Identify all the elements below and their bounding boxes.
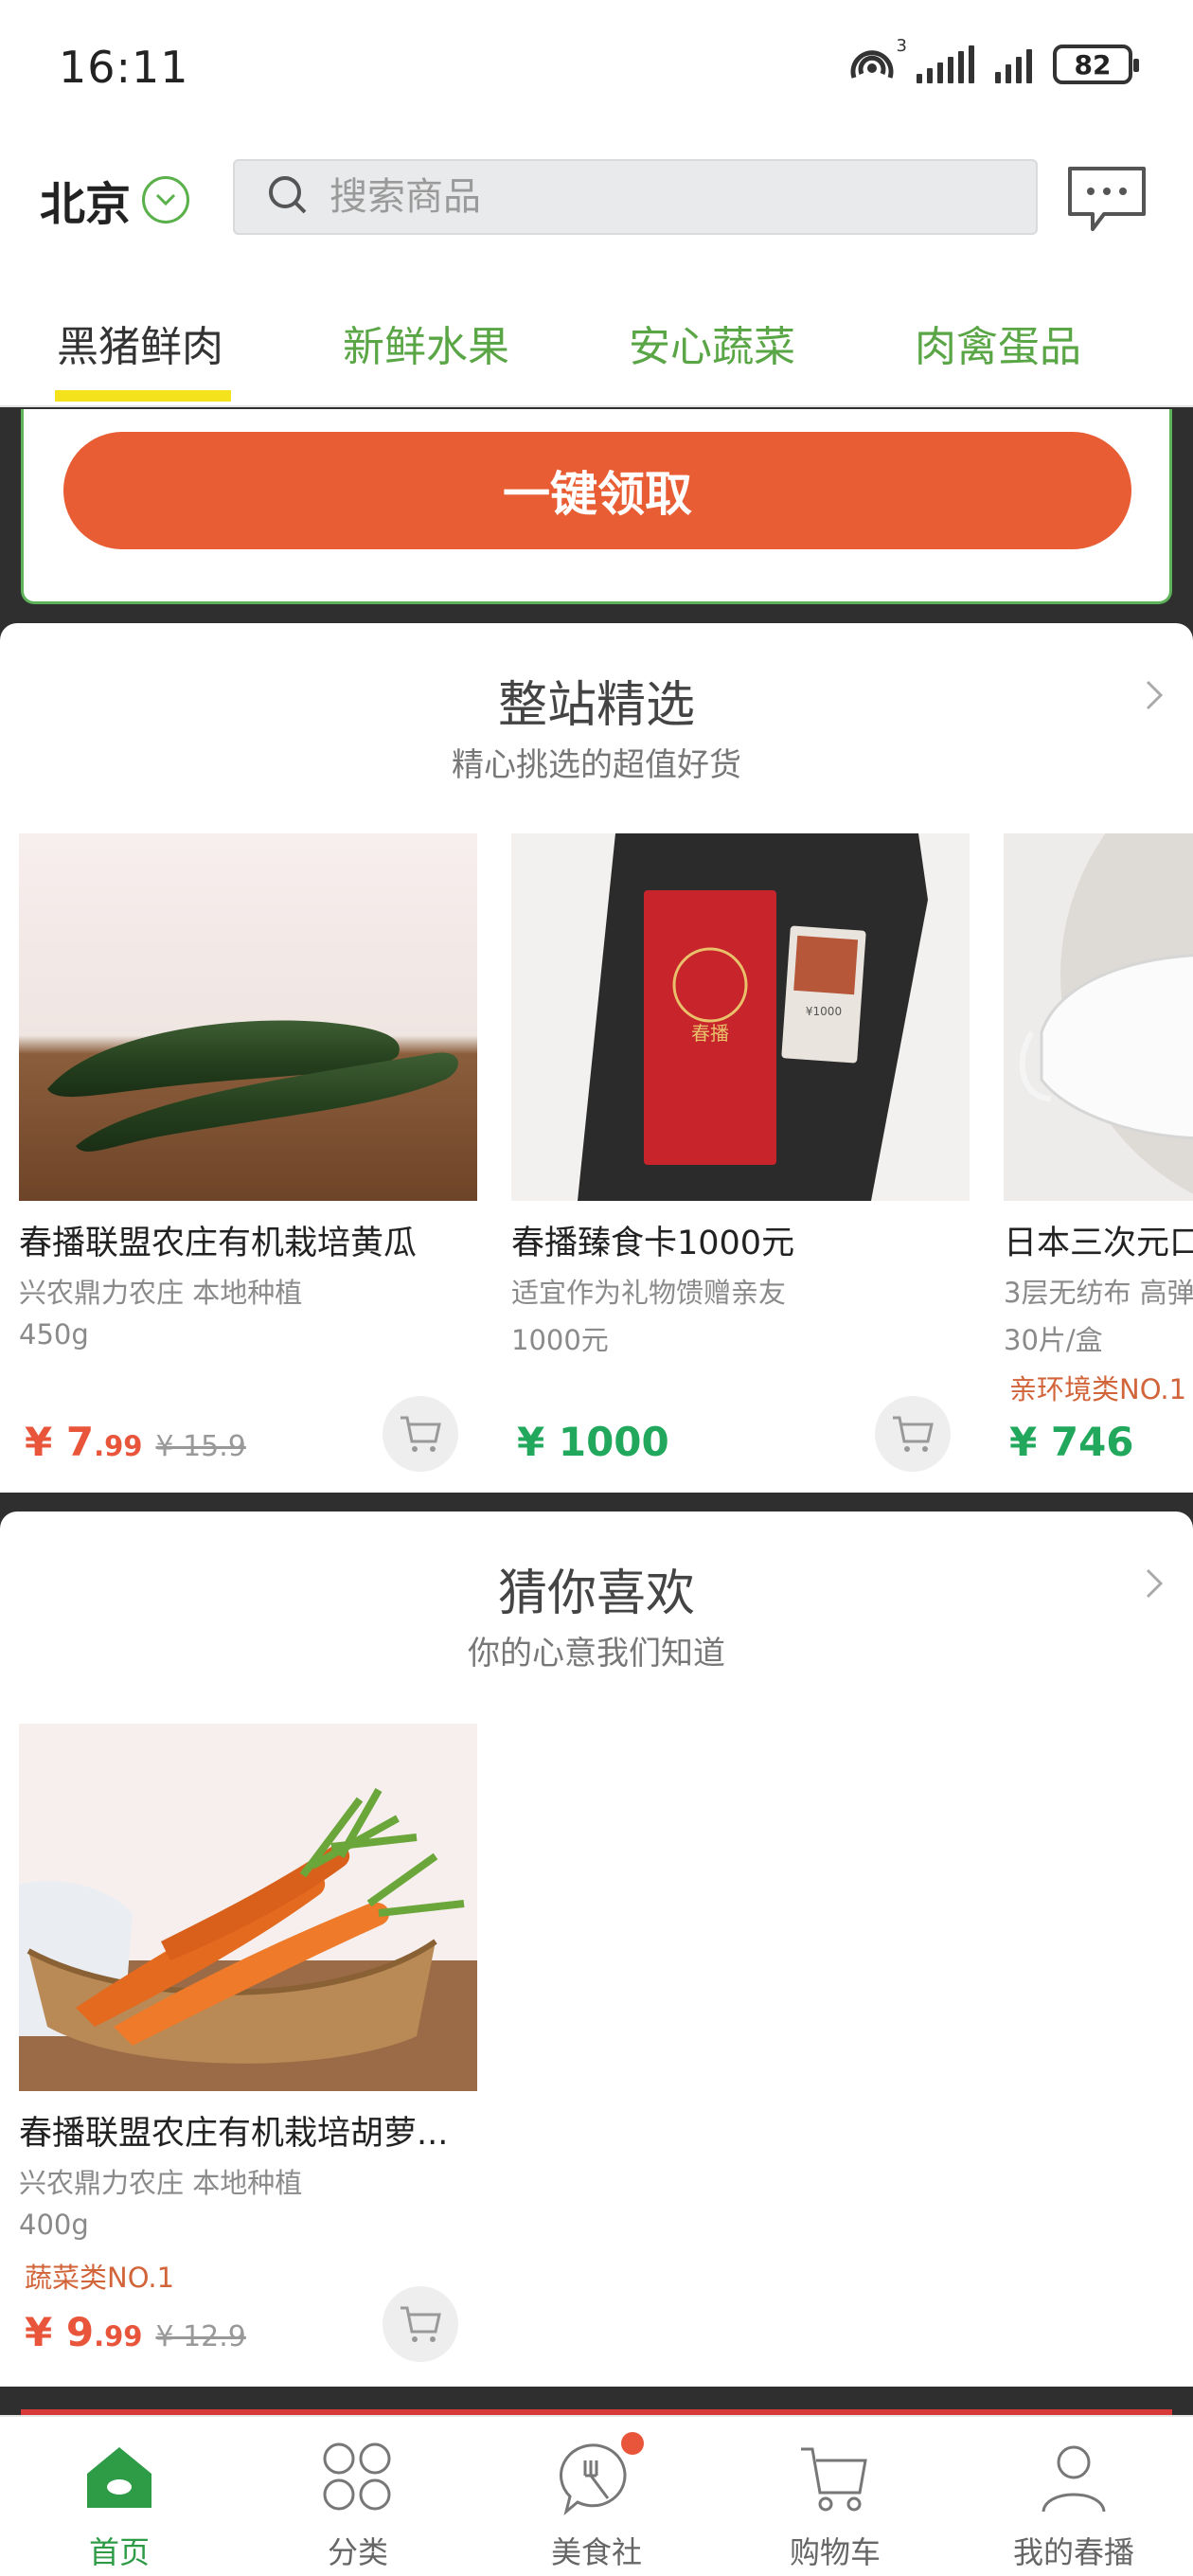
tab-black-pork[interactable]: 黑猪鲜肉 [57,313,223,373]
city-name: 北京 [40,178,132,231]
product-name: 春播联盟农庄有机栽培黄瓜 [19,1225,418,1262]
section-subtitle: 你的心意我们知道 [468,1635,725,1673]
section-title: 猜你喜欢 [497,1565,695,1622]
product-price: ¥ 1000 [517,1419,669,1465]
product-weight: 30片/盒 [1004,1324,1103,1356]
cart-icon [797,2440,873,2515]
rank-tag: 亲环境类NO.1 [1009,1373,1187,1405]
cart-icon [401,2306,441,2342]
product-image-carrot [19,1724,477,2091]
card-art-value: ¥1000 [806,1005,842,1018]
status-icons: 3 82 [848,36,1139,85]
status-bar: 16:11 3 82 [0,0,1193,142]
grid-icon [320,2440,396,2515]
price-cents: .99 [94,1430,143,1462]
nav-label: 美食社 [550,2534,642,2570]
chevron-right-icon[interactable] [1140,1565,1168,1602]
home-icon [81,2440,157,2515]
nav-cart[interactable]: 购物车 [716,2417,954,2576]
tab-vegetables[interactable]: 安心蔬菜 [629,313,795,373]
product-price: ¥ 9.99 ¥ 12.9 [25,2309,246,2355]
product-card[interactable]: 日本三次元口 3层无纺布 高弹 30片/盒 亲环境类NO.1 ¥ 746 [1004,833,1193,1477]
rank-tag: 蔬菜类NO.1 [25,2262,175,2294]
chevron-down-icon [142,176,190,224]
product-name: 日本三次元口 [1004,1225,1193,1262]
category-tabs: 黑猪鲜肉 新鲜水果 安心蔬菜 肉禽蛋品 [0,256,1193,407]
claim-all-button[interactable]: 一键领取 [63,432,1131,549]
product-card[interactable]: 春播联盟农庄有机栽培黄瓜 兴农鼎力农庄 本地种植 450g ¥ 7.99 ¥ 15… [19,833,477,1477]
price-main: ¥ 746 [1009,1419,1134,1465]
section-subtitle: 精心挑选的超值好货 [452,746,741,784]
price-main: ¥ 7 [25,1419,95,1465]
header: 北京 [0,142,1193,256]
notification-dot [621,2432,644,2455]
product-price: ¥ 746 [1009,1419,1134,1465]
product-image-cucumber [19,833,477,1201]
product-weight: 1000元 [511,1324,609,1356]
price-main: ¥ 9 [25,2309,95,2355]
nav-label: 我的春播 [1012,2534,1134,2570]
product-weight: 400g [19,2209,89,2241]
chevron-right-icon[interactable] [1140,676,1168,714]
tab-fresh-fruit[interactable]: 新鲜水果 [343,313,509,373]
nav-food-club[interactable]: 美食社 [477,2417,716,2576]
city-selector[interactable]: 北京 [40,167,190,233]
active-tab-indicator [55,390,231,402]
signal-icon [917,45,974,83]
product-name: 春播联盟农庄有机栽培胡萝... [19,2115,449,2153]
coupon-panel: 一键领取 [21,409,1172,604]
price-cents: .99 [94,2320,143,2352]
product-weight: 450g [19,1318,89,1351]
cart-icon [401,1416,441,1452]
signal-icon-2 [995,45,1032,83]
product-card[interactable]: 春播 ¥1000 春播臻食卡1000元 适宜作为礼物馈赠亲友 1000元 ¥ 1… [511,833,970,1477]
nav-home[interactable]: 首页 [0,2417,239,2576]
product-desc: 兴农鼎力农庄 本地种植 [19,1277,303,1309]
search-input[interactable] [329,175,898,219]
tab-meat-eggs[interactable]: 肉禽蛋品 [915,313,1081,373]
card-art-label: 春播 [691,1022,729,1045]
bottom-nav: 首页 分类 美食社 购物车 我的春播 [0,2415,1193,2576]
original-price: ¥ 15.9 [155,1430,246,1463]
cart-icon [893,1416,934,1452]
nav-label: 购物车 [789,2534,881,2570]
product-desc: 3层无纺布 高弹 [1004,1277,1193,1309]
product-image-gift-card: 春播 ¥1000 [511,833,970,1201]
search-bar[interactable] [233,159,1038,235]
original-price: ¥ 12.9 [155,2320,246,2353]
featured-section: 整站精选 精心挑选的超值好货 春播联盟农庄有机栽培黄瓜 兴农鼎力农庄 本地种植 … [0,623,1193,1493]
add-to-cart-button[interactable] [383,1396,458,1472]
nav-profile[interactable]: 我的春播 [954,2417,1193,2576]
status-time: 16:11 [59,42,189,93]
battery-icon: 82 [1053,45,1139,84]
search-icon [267,174,309,220]
nav-label: 分类 [327,2534,388,2570]
nav-category[interactable]: 分类 [239,2417,477,2576]
section-title: 整站精选 [497,677,695,734]
chat-icon [1068,167,1146,231]
network-type-label: 3 [896,36,907,56]
product-image-mask [1004,833,1193,1201]
add-to-cart-button[interactable] [383,2286,458,2362]
product-desc: 兴农鼎力农庄 本地种植 [19,2167,303,2199]
product-name: 春播臻食卡1000元 [511,1225,795,1262]
product-price: ¥ 7.99 ¥ 15.9 [25,1419,246,1465]
battery-level: 82 [1074,48,1112,80]
nav-label: 首页 [88,2534,150,2570]
hotspot-icon: 3 [848,36,907,85]
fork-chat-icon [559,2432,644,2516]
price-main: ¥ 1000 [517,1419,669,1465]
add-to-cart-button[interactable] [875,1396,951,1472]
message-button[interactable] [1064,163,1149,239]
recommend-section: 猜你喜欢 你的心意我们知道 春播联盟农庄有机栽培胡萝... 兴农鼎力农庄 本地种… [0,1512,1193,2387]
product-card[interactable]: 春播联盟农庄有机栽培胡萝... 兴农鼎力农庄 本地种植 400g 蔬菜类NO.1… [19,1724,477,2368]
user-icon [1036,2440,1112,2515]
product-desc: 适宜作为礼物馈赠亲友 [511,1277,787,1309]
